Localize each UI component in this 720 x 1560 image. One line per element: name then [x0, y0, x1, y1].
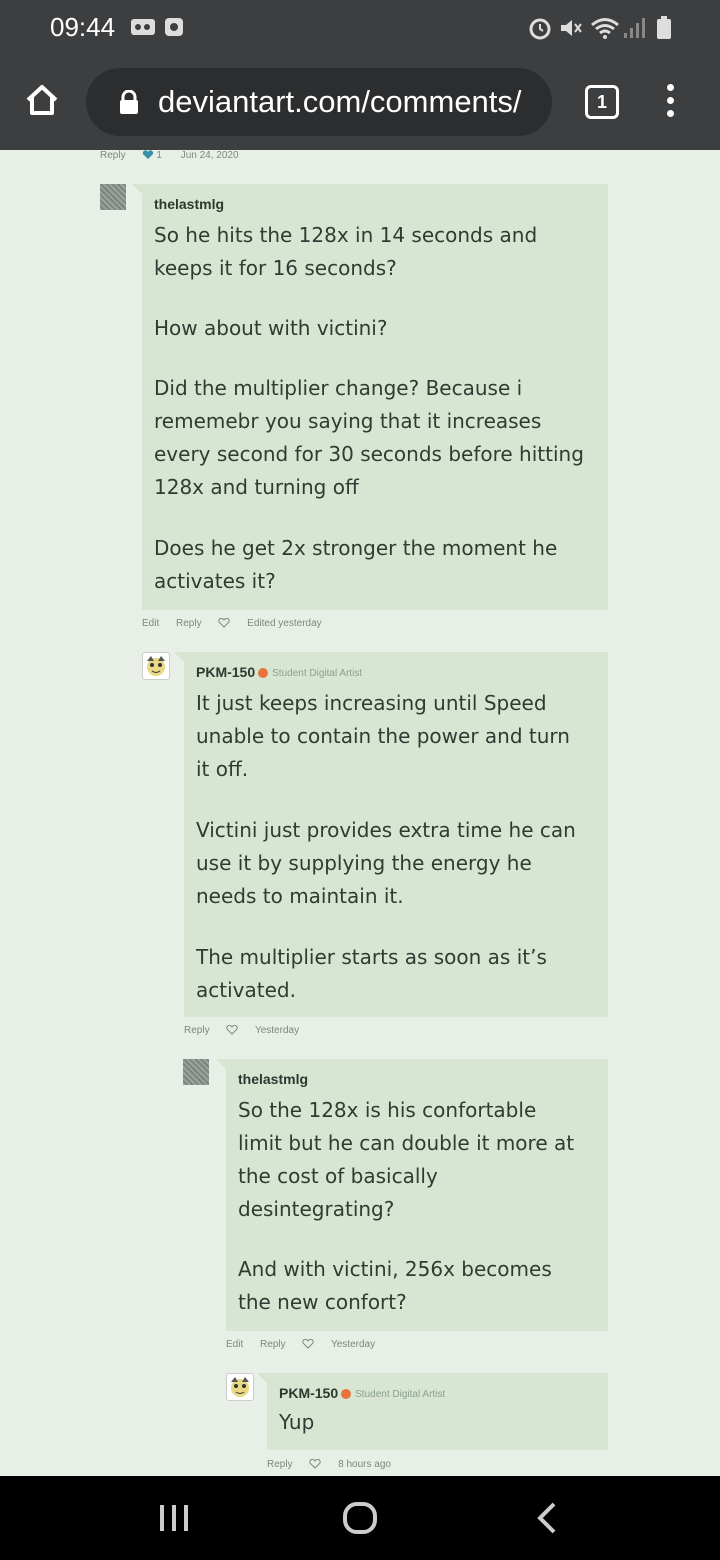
comment-text-line: So he hits the 128x in 14 seconds and	[154, 223, 538, 247]
student-badge-icon	[341, 1389, 352, 1400]
comment-bubble: thelastmlg So the 128x is his confortabl…	[216, 1059, 608, 1331]
comment-bubble: PKM-150 Student Digital Artist It just ke…	[174, 652, 608, 1017]
comment-text-line: the new confort?	[238, 1290, 407, 1314]
comment-username[interactable]: thelastmlg	[238, 1071, 308, 1087]
reply-link[interactable]: Reply	[100, 150, 126, 161]
comment-username-row: PKM-150 Student Digital Artist	[279, 1385, 445, 1401]
comment-time: Yesterday	[254, 1025, 300, 1036]
back-icon[interactable]	[530, 1500, 566, 1536]
comment-text-line: 128x and turning off	[154, 475, 359, 499]
home-icon[interactable]	[24, 82, 60, 118]
comment-text-line: needs to maintain it.	[196, 884, 404, 908]
comment-text-line: Did the multiplier change? Because i	[154, 376, 523, 400]
comment-text-line: every second for 30 seconds before hitti…	[154, 442, 584, 466]
comment-username[interactable]: thelastmlg	[154, 196, 224, 212]
edit-link[interactable]: Edit	[142, 618, 159, 629]
status-bar: 09:44	[0, 0, 720, 54]
heart-filled-icon[interactable]	[142, 150, 154, 160]
screen-record-icon	[165, 18, 183, 36]
comment-text-line: And with victini, 256x becomes	[238, 1257, 552, 1281]
comment-bubble: PKM-150 Student Digital Artist Yup	[257, 1373, 608, 1450]
home-nav-icon[interactable]	[342, 1500, 378, 1536]
comment-username[interactable]: PKM-150	[279, 1385, 338, 1401]
user-role: Student Digital Artist	[355, 1388, 446, 1400]
top-meta: Reply 1 Jun 24, 2020	[100, 150, 253, 161]
comment-text-line: unable to contain the power and turn	[196, 724, 570, 748]
reply-link[interactable]: Reply	[260, 1339, 286, 1350]
heart-icon[interactable]	[302, 1339, 315, 1350]
comment-text-line: It just keeps increasing until Speed	[196, 691, 547, 715]
recent-apps-icon[interactable]	[156, 1500, 192, 1536]
avatar[interactable]	[142, 652, 170, 680]
reply-link[interactable]: Reply	[184, 1025, 210, 1036]
heart-icon[interactable]	[218, 618, 231, 629]
comment-username-row: PKM-150 Student Digital Artist	[196, 664, 362, 680]
avatar[interactable]	[100, 184, 126, 210]
comment-text-line: activates it?	[154, 569, 276, 593]
avatar[interactable]	[226, 1373, 254, 1401]
comment-text-line: Does he get 2x stronger the moment he	[154, 536, 558, 560]
comment-text-line: keeps it for 16 seconds?	[154, 256, 397, 280]
mute-icon	[561, 20, 582, 36]
address-bar[interactable]: deviantart.com/comments/	[86, 68, 552, 136]
avatar[interactable]	[183, 1059, 209, 1085]
comment-text-line: use it by supplying the energy he	[196, 851, 532, 875]
wifi-icon	[591, 18, 619, 39]
android-nav-bar	[0, 1476, 720, 1560]
comment-text-line: limit but he can double it more at	[238, 1131, 575, 1155]
user-role: Student Digital Artist	[272, 667, 363, 679]
comment-text-line: Victini just provides extra time he can	[196, 818, 576, 842]
comment-text-line: So the 128x is his confortable	[238, 1098, 537, 1122]
comment-actions: Edit Reply Yesterday	[226, 1339, 389, 1350]
heart-icon[interactable]	[309, 1459, 322, 1470]
comment-time: 8 hours ago	[338, 1459, 391, 1470]
reply-link[interactable]: Reply	[176, 618, 202, 629]
voicemail-icon	[131, 19, 155, 35]
comment-username[interactable]: PKM-150	[196, 664, 255, 680]
like-count: 1	[156, 150, 162, 161]
comment-text-line: rememebr you saying that it increases	[154, 409, 542, 433]
signal-icon	[624, 18, 645, 38]
comment-date: Jun 24, 2020	[180, 150, 239, 161]
comment-text-line: desintegrating?	[238, 1197, 395, 1221]
tab-switcher-button[interactable]: 1	[585, 85, 619, 119]
lock-icon	[120, 90, 138, 114]
comments-area: Reply 1 Jun 24, 2020 thelastmlg So he hi…	[0, 150, 720, 1476]
comment-bubble: thelastmlg So he hits the 128x in 14 sec…	[132, 184, 608, 610]
comment-time: Edited yesterday	[247, 618, 322, 629]
comment-text-line: How about with victini?	[154, 316, 388, 340]
battery-icon	[657, 16, 671, 39]
browser-toolbar: deviantart.com/comments/ 1	[0, 54, 720, 150]
alarm-icon	[529, 18, 551, 40]
url-text[interactable]: deviantart.com/comments/	[158, 84, 538, 120]
comment-text-line: The multiplier starts as soon as it’s	[196, 945, 547, 969]
comment-actions: Reply Yesterday	[184, 1025, 313, 1036]
heart-icon[interactable]	[226, 1025, 239, 1036]
edit-link[interactable]: Edit	[226, 1339, 243, 1350]
comment-text-line: the cost of basically	[238, 1164, 438, 1188]
reply-link[interactable]: Reply	[267, 1459, 293, 1470]
comment-time: Yesterday	[330, 1339, 376, 1350]
status-time: 09:44	[50, 12, 116, 42]
comment-text-line: activated.	[196, 978, 296, 1002]
student-badge-icon	[258, 668, 269, 679]
comment-actions: Edit Reply Edited yesterday	[142, 618, 336, 629]
comment-actions: Reply 8 hours ago	[267, 1459, 405, 1470]
more-menu-icon[interactable]	[664, 84, 676, 120]
comment-text-line: Yup	[279, 1410, 315, 1434]
comment-text-line: it off.	[196, 757, 249, 781]
